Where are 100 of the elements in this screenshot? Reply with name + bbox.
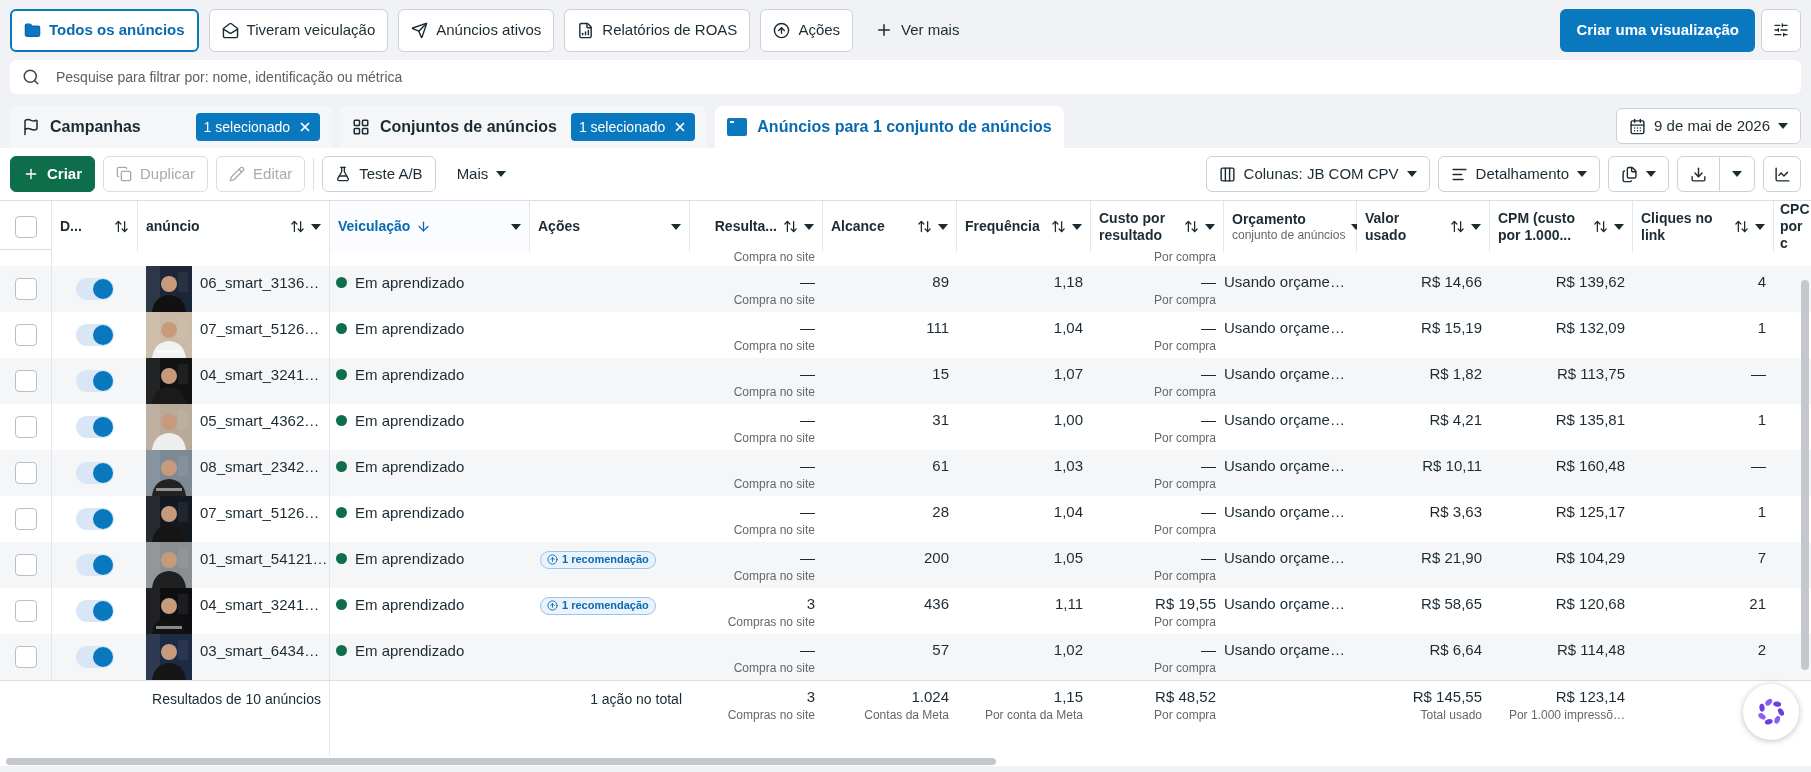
reports-button[interactable]: [1608, 156, 1669, 192]
search-icon: [22, 68, 40, 86]
caret-icon: [1732, 171, 1742, 177]
column-header[interactable]: Alcance: [823, 201, 957, 252]
column-header[interactable]: Valor usado: [1357, 201, 1490, 252]
recommendation-badge[interactable]: 1 recomendação: [540, 550, 656, 569]
search-input[interactable]: Pesquise para filtrar por: nome, identificação ou métrica: [56, 66, 1789, 88]
column-label: Cliques no link: [1641, 209, 1714, 244]
table-cell: —: [1201, 502, 1216, 522]
toggle-switch[interactable]: [76, 370, 114, 392]
ad-name[interactable]: 03_smart_6434…: [200, 634, 320, 663]
ad-name[interactable]: 06_smart_3136…: [200, 266, 320, 295]
more-views-button[interactable]: Ver mais: [863, 8, 972, 52]
breakdown-button[interactable]: Detalhamento: [1437, 156, 1600, 192]
table-cell: —: [800, 272, 815, 292]
toolbar-button[interactable]: Criar: [10, 156, 96, 192]
table-cell: —: [1201, 456, 1216, 476]
view-tab[interactable]: Tiveram veiculação: [208, 8, 389, 52]
search-field[interactable]: Pesquise para filtrar por: nome, identificação ou métrica: [10, 60, 1801, 94]
column-header[interactable]: CPM (custo por 1.000...: [1490, 201, 1633, 252]
chart-button[interactable]: [1763, 156, 1801, 192]
column-header[interactable]: Custo por resultado: [1091, 201, 1224, 252]
table-cell: R$ 125,17: [1555, 502, 1625, 522]
chart-icon: [1773, 165, 1791, 183]
cell-note: Por compra: [1153, 707, 1216, 723]
ad-name[interactable]: 01_smart_54121…: [200, 542, 328, 571]
view-tab[interactable]: Relatórios de ROAS: [564, 8, 751, 52]
ad-name[interactable]: 07_smart_5126…: [200, 312, 320, 341]
column-header[interactable]: D...: [52, 201, 138, 252]
column-menu-icon: [1614, 223, 1624, 230]
column-header[interactable]: Ações: [530, 201, 690, 252]
ad-name[interactable]: 05_smart_4362…: [200, 404, 320, 433]
toggle-switch[interactable]: [76, 646, 114, 668]
row-checkbox[interactable]: [14, 462, 37, 484]
ad-name[interactable]: 04_smart_3241…: [200, 358, 320, 387]
cell-note: Por compra: [1153, 614, 1216, 630]
ad-name[interactable]: 07_smart_5126…: [200, 496, 320, 525]
toggle-switch[interactable]: [76, 416, 114, 438]
row-checkbox[interactable]: [14, 646, 37, 668]
horizontal-scrollbar[interactable]: [6, 757, 996, 765]
column-header[interactable]: CPC por c: [1774, 201, 1811, 252]
toggle-switch[interactable]: [76, 278, 114, 300]
table-cell: 1,04: [1053, 502, 1083, 522]
table-cell: R$ 48,52: [1155, 687, 1216, 707]
table-cell: 2: [1757, 640, 1766, 660]
column-menu-icon: [511, 223, 521, 230]
selection-badge[interactable]: 1 selecionado: [195, 113, 320, 141]
toolbar-button[interactable]: Teste A/B: [322, 156, 436, 192]
ad-name[interactable]: 04_smart_3241…: [200, 588, 320, 617]
row-checkbox[interactable]: [14, 554, 37, 576]
date-picker[interactable]: 9 de mai de 2026: [1616, 108, 1801, 144]
columns-button[interactable]: Colunas: JB COM CPV: [1205, 156, 1430, 192]
table-cell: —: [800, 364, 815, 384]
cell-note: Compra no site: [733, 430, 815, 446]
row-checkbox[interactable]: [14, 278, 37, 300]
row-checkbox[interactable]: [14, 416, 37, 438]
column-header[interactable]: anúncio: [138, 201, 330, 252]
toggle-switch[interactable]: [76, 324, 114, 346]
column-header[interactable]: Frequência: [957, 201, 1091, 252]
view-tab[interactable]: Anúncios ativos: [398, 8, 555, 52]
column-menu-icon: [311, 223, 321, 230]
settings-button[interactable]: [1761, 8, 1801, 52]
row-checkbox[interactable]: [14, 370, 37, 392]
row-checkbox[interactable]: [14, 600, 37, 622]
toggle-switch[interactable]: [76, 508, 114, 530]
toggle-switch[interactable]: [76, 600, 114, 622]
column-header[interactable]: Resulta...: [690, 201, 823, 252]
toolbar-button[interactable]: Mais: [443, 156, 520, 192]
recommendation-badge[interactable]: 1 recomendação: [540, 596, 656, 615]
column-label: D...: [60, 218, 82, 235]
view-tab[interactable]: Todos os anúncios: [10, 8, 199, 52]
delivery-status: Em aprendizado: [355, 365, 465, 385]
level-tab[interactable]: Anúncios para 1 conjunto de anúncios: [715, 106, 1064, 148]
table-cell: 21: [1749, 594, 1766, 614]
column-header[interactable]: Cliques no link: [1633, 201, 1774, 252]
files-icon: [1621, 165, 1638, 183]
column-header[interactable]: Veiculação: [330, 201, 530, 252]
row-checkbox[interactable]: [14, 324, 37, 346]
column-header[interactable]: Orçamento conjunto de anúncios: [1224, 201, 1357, 252]
row-checkbox[interactable]: [14, 508, 37, 530]
caret-icon: [1406, 171, 1417, 177]
level-tab[interactable]: Campanhas 1 selecionado: [10, 106, 332, 148]
cell-note: Por 1.000 impressõ…: [1508, 707, 1625, 723]
toggle-switch[interactable]: [76, 554, 114, 576]
level-tab[interactable]: Conjuntos de anúncios 1 selecionado: [340, 106, 708, 148]
table-cell: R$ 10,11: [1422, 456, 1482, 476]
create-view-button[interactable]: Criar uma visualização: [1560, 8, 1755, 52]
sort-icon: [1593, 219, 1608, 234]
level-tab-icon: [352, 118, 370, 136]
toggle-switch[interactable]: [76, 462, 114, 484]
table-cell: R$ 114,48: [1556, 640, 1625, 660]
scrollbar[interactable]: [1801, 280, 1809, 670]
view-tab[interactable]: Ações: [760, 8, 854, 52]
column-menu-icon: [938, 223, 948, 230]
selection-badge[interactable]: 1 selecionado: [570, 113, 696, 141]
select-all-checkbox[interactable]: [14, 215, 37, 238]
ad-name[interactable]: 08_smart_2342…: [200, 450, 320, 479]
column-label: Veiculação: [338, 218, 411, 235]
column-menu-icon: [804, 223, 814, 230]
delivery-status: Em aprendizado: [355, 457, 465, 477]
